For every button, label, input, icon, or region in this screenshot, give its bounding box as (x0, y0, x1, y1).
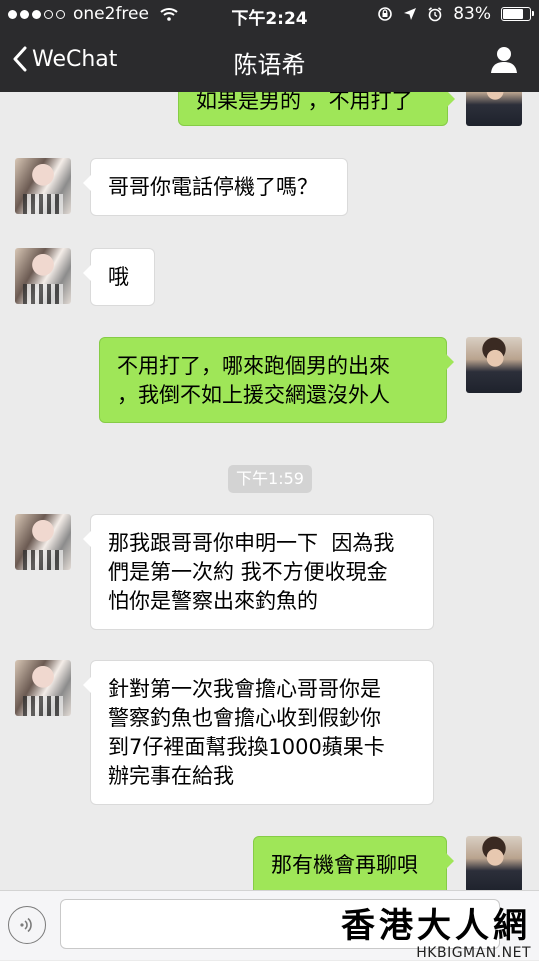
message-text: 如果是男的 ，不用打了 (196, 89, 413, 113)
message-line: 針對第一次我會擔心哥哥你是 (108, 677, 381, 701)
message-line: 怕你是警察出來釣魚的 (108, 589, 318, 613)
back-button[interactable]: WeChat (12, 46, 117, 72)
nav-bar: WeChat 陈语希 (0, 30, 539, 92)
carrier-name: one2free (73, 4, 149, 24)
message-line: 們是第一次約 我不方便收現金 (108, 560, 388, 584)
message-line: 不用打了，哪來跑個男的出來 (117, 354, 390, 378)
message-bubble-incoming[interactable]: 針對第一次我會擔心哥哥你是 警察釣魚也會擔心收到假鈔你 到7仔裡面幫我換1000… (83, 660, 434, 805)
signal-dot (8, 9, 17, 19)
contact-avatar[interactable] (15, 248, 71, 304)
contact-avatar[interactable] (15, 514, 71, 570)
message-bubble-outgoing[interactable]: 不用打了，哪來跑個男的出來 ，我倒不如上援交網還沒外人 (99, 337, 454, 423)
signal-dot (32, 9, 41, 19)
wifi-icon (160, 8, 178, 21)
back-label: WeChat (32, 46, 118, 72)
location-arrow-icon (404, 8, 417, 20)
message-bubble-incoming[interactable]: 哥哥你電話停機了嗎？ (83, 158, 348, 216)
message-line: 辦完事在給我 (108, 764, 234, 788)
contact-avatar[interactable] (15, 660, 71, 716)
signal-dot-empty (44, 9, 53, 19)
message-bubble-incoming[interactable]: 哦 (83, 248, 155, 306)
voice-icon (20, 917, 32, 933)
contact-avatar[interactable] (15, 158, 71, 214)
message-line: ，我倒不如上援交網還沒外人 (117, 383, 390, 407)
message-text: 哥哥你電話停機了嗎？ (108, 175, 318, 199)
top-bar: one2free 下午2:24 83% WeChat 陈语希 (0, 0, 539, 92)
message-bubble-incoming[interactable]: 那我跟哥哥你申明一下 因為我 們是第一次約 我不方便收現金 怕你是警察出來釣魚的 (83, 514, 434, 630)
chevron-left-icon (13, 46, 27, 72)
message-text: 那有機會再聊唄 (271, 853, 418, 877)
message-line: 到7仔裡面幫我換1000蘋果卡 (108, 735, 385, 759)
message-bubble-outgoing[interactable]: 那有機會再聊唄 (253, 836, 454, 890)
watermark: 香港大人網 HKBIGMAN.NET (341, 898, 531, 961)
message-text: 哦 (108, 265, 129, 289)
chat-area[interactable]: 如果是男的 ，不用打了 哥哥你電話停機了嗎？ 哦 不用打了，哪來跑個男的出來 ，… (0, 0, 539, 890)
my-avatar[interactable] (466, 836, 522, 890)
rotation-lock-icon (378, 7, 393, 21)
alarm-clock-icon (428, 7, 442, 22)
battery-fill (503, 9, 523, 19)
timestamp-badge: 下午1:59 (228, 465, 312, 493)
person-icon[interactable] (489, 44, 519, 74)
my-avatar[interactable] (466, 337, 522, 393)
signal-dot-empty (56, 9, 65, 19)
watermark-text-cn: 香港大人網 (341, 906, 531, 946)
watermark-text-en: HKBIGMAN.NET (416, 945, 531, 961)
message-line: 那我跟哥哥你申明一下 因為我 (108, 531, 395, 555)
voice-input-button[interactable] (8, 906, 46, 944)
signal-dot (20, 9, 29, 19)
message-line: 警察釣魚也會擔心收到假鈔你 (108, 706, 381, 730)
status-bar: one2free 下午2:24 83% (0, 0, 539, 30)
battery-icon (501, 7, 534, 21)
battery-percent: 83% (453, 4, 491, 24)
